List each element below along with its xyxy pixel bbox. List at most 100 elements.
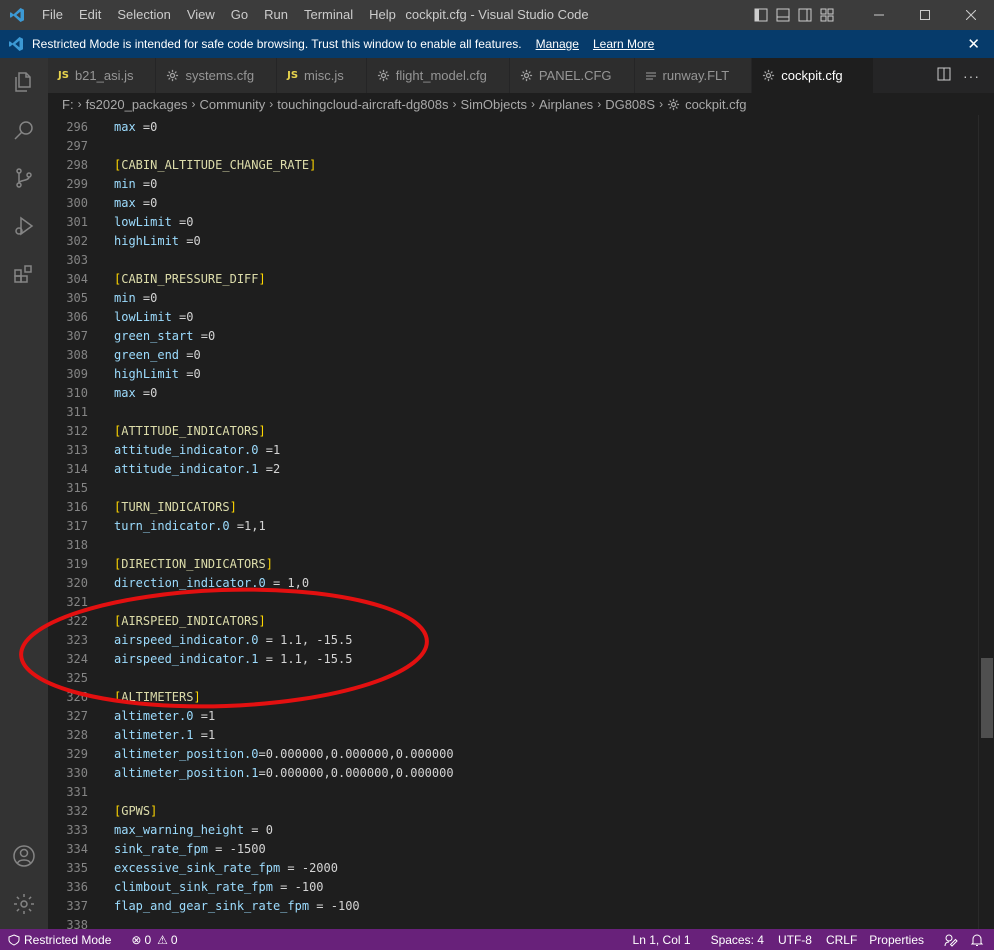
code-line[interactable]: 310 max =0 <box>48 384 978 403</box>
code-line[interactable]: 330 altimeter_position.1=0.000000,0.00000… <box>48 764 978 783</box>
menu-item-selection[interactable]: Selection <box>109 0 178 30</box>
cursor-position-status[interactable]: Ln 1, Col 1 <box>627 929 697 950</box>
code-line[interactable]: 326 [ALTIMETERS] <box>48 688 978 707</box>
toggle-sidebar-icon[interactable] <box>750 0 772 30</box>
close-banner-icon[interactable]: ✕ <box>967 35 980 53</box>
problems-status[interactable]: ⊗ 0 ⚠ 0 <box>125 929 183 950</box>
breadcrumb-item[interactable]: fs2020_packages <box>86 97 188 112</box>
code-line[interactable]: 305 min =0 <box>48 289 978 308</box>
code-line[interactable]: 323 airspeed_indicator.0 = 1.1, -15.5 <box>48 631 978 650</box>
tab-label: cockpit.cfg <box>781 68 843 83</box>
code-line[interactable]: 337 flap_and_gear_sink_rate_fpm = -100 <box>48 897 978 916</box>
code-line[interactable]: 313 attitude_indicator.0 =1 <box>48 441 978 460</box>
code-line[interactable]: 298 [CABIN_ALTITUDE_CHANGE_RATE] <box>48 156 978 175</box>
code-line[interactable]: 328 altimeter.1 =1 <box>48 726 978 745</box>
indentation-status[interactable]: Spaces: 4 <box>705 929 770 950</box>
close-window-button[interactable] <box>948 0 994 30</box>
tab-panel-cfg[interactable]: PANEL.CFG <box>509 58 635 93</box>
breadcrumb-item[interactable]: cockpit.cfg <box>685 97 746 112</box>
menu-item-help[interactable]: Help <box>361 0 404 30</box>
banner-message: Restricted Mode is intended for safe cod… <box>32 37 522 51</box>
extensions-icon[interactable] <box>0 250 48 298</box>
encoding-status[interactable]: UTF-8 <box>772 929 818 950</box>
code-line[interactable]: 325 <box>48 669 978 688</box>
breadcrumb-item[interactable]: Community <box>199 97 265 112</box>
breadcrumb-item[interactable]: touchingcloud-aircraft-dg808s <box>277 97 448 112</box>
toggle-secondary-sidebar-icon[interactable] <box>794 0 816 30</box>
notifications-bell-icon[interactable] <box>964 929 990 950</box>
menu-item-run[interactable]: Run <box>256 0 296 30</box>
tab-b21-asi-js[interactable]: JS b21_asi.js <box>48 58 157 93</box>
customize-layout-icon[interactable] <box>816 0 838 30</box>
code-text: [ATTITUDE_INDICATORS] <box>114 424 266 438</box>
code-line[interactable]: 317 turn_indicator.0 =1,1 <box>48 517 978 536</box>
code-line[interactable]: 303 <box>48 251 978 270</box>
code-line[interactable]: 321 <box>48 593 978 612</box>
code-line[interactable]: 311 <box>48 403 978 422</box>
code-line[interactable]: 296 max =0 <box>48 118 978 137</box>
code-line[interactable]: 320 direction_indicator.0 = 1,0 <box>48 574 978 593</box>
code-line[interactable]: 314 attitude_indicator.1 =2 <box>48 460 978 479</box>
eol-status[interactable]: CRLF <box>820 929 863 950</box>
code-line[interactable]: 297 <box>48 137 978 156</box>
manage-link[interactable]: Manage <box>536 37 579 51</box>
code-line[interactable]: 324 airspeed_indicator.1 = 1.1, -15.5 <box>48 650 978 669</box>
breadcrumb-item[interactable]: SimObjects <box>461 97 527 112</box>
menu-item-edit[interactable]: Edit <box>71 0 109 30</box>
code-line[interactable]: 333 max_warning_height = 0 <box>48 821 978 840</box>
more-actions-icon[interactable]: ··· <box>963 68 980 84</box>
editor-scrollbar[interactable] <box>978 115 994 929</box>
menu-item-view[interactable]: View <box>179 0 223 30</box>
code-line[interactable]: 329 altimeter_position.0=0.000000,0.00000… <box>48 745 978 764</box>
code-line[interactable]: 331 <box>48 783 978 802</box>
code-line[interactable]: 302 highLimit =0 <box>48 232 978 251</box>
code-line[interactable]: 308 green_end =0 <box>48 346 978 365</box>
code-line[interactable]: 309 highLimit =0 <box>48 365 978 384</box>
manage-gear-icon[interactable] <box>0 880 48 928</box>
code-line[interactable]: 322 [AIRSPEED_INDICATORS] <box>48 612 978 631</box>
tab-cockpit-cfg[interactable]: cockpit.cfg <box>752 58 874 93</box>
code-line[interactable]: 306 lowLimit =0 <box>48 308 978 327</box>
language-mode-status[interactable]: Properties <box>863 929 930 950</box>
code-line[interactable]: 312 [ATTITUDE_INDICATORS] <box>48 422 978 441</box>
code-line[interactable]: 327 altimeter.0 =1 <box>48 707 978 726</box>
tab-runway-flt[interactable]: runway.FLT <box>634 58 753 93</box>
code-line[interactable]: 301 lowLimit =0 <box>48 213 978 232</box>
menu-item-terminal[interactable]: Terminal <box>296 0 361 30</box>
scrollbar-thumb[interactable] <box>981 658 993 738</box>
learn-more-link[interactable]: Learn More <box>593 37 654 51</box>
source-control-icon[interactable] <box>0 154 48 202</box>
code-line[interactable]: 334 sink_rate_fpm = -1500 <box>48 840 978 859</box>
accounts-icon[interactable] <box>0 832 48 880</box>
code-line[interactable]: 335 excessive_sink_rate_fpm = -2000 <box>48 859 978 878</box>
restricted-mode-status[interactable]: Restricted Mode <box>0 929 120 950</box>
explorer-icon[interactable] <box>0 58 48 106</box>
split-editor-icon[interactable] <box>937 67 951 84</box>
code-line[interactable]: 315 <box>48 479 978 498</box>
code-line[interactable]: 338 <box>48 916 978 929</box>
code-line[interactable]: 318 <box>48 536 978 555</box>
code-line[interactable]: 299 min =0 <box>48 175 978 194</box>
tab-flight-model-cfg[interactable]: flight_model.cfg <box>366 58 510 93</box>
code-editor[interactable]: 296 max =0 297 298 [CABIN_ALTITUDE_CHANGE_RA… <box>48 115 978 929</box>
code-line[interactable]: 319 [DIRECTION_INDICATORS] <box>48 555 978 574</box>
minimize-button[interactable] <box>856 0 902 30</box>
search-icon[interactable] <box>0 106 48 154</box>
menu-item-go[interactable]: Go <box>223 0 256 30</box>
tab-misc-js[interactable]: JS misc.js <box>277 58 367 93</box>
feedback-icon[interactable] <box>938 929 964 950</box>
code-line[interactable]: 336 climbout_sink_rate_fpm = -100 <box>48 878 978 897</box>
run-debug-icon[interactable] <box>0 202 48 250</box>
menu-item-file[interactable]: File <box>34 0 71 30</box>
breadcrumb-item[interactable]: DG808S <box>605 97 655 112</box>
breadcrumb-item[interactable]: Airplanes <box>539 97 593 112</box>
maximize-button[interactable] <box>902 0 948 30</box>
code-line[interactable]: 307 green_start =0 <box>48 327 978 346</box>
toggle-panel-icon[interactable] <box>772 0 794 30</box>
code-line[interactable]: 332 [GPWS] <box>48 802 978 821</box>
code-line[interactable]: 300 max =0 <box>48 194 978 213</box>
breadcrumb-item[interactable]: F: <box>62 97 74 112</box>
tab-systems-cfg[interactable]: systems.cfg <box>156 58 278 93</box>
code-line[interactable]: 316 [TURN_INDICATORS] <box>48 498 978 517</box>
code-line[interactable]: 304 [CABIN_PRESSURE_DIFF] <box>48 270 978 289</box>
